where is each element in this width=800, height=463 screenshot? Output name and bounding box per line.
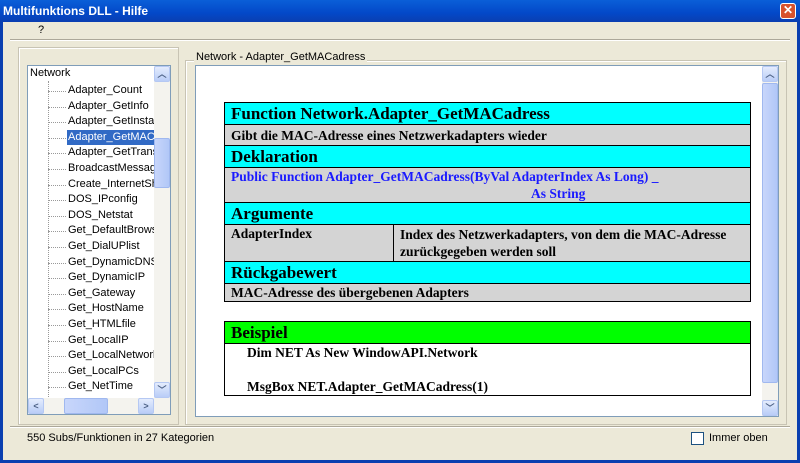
scroll-right-icon[interactable]: > — [138, 398, 154, 414]
declaration: Public Function Adapter_GetMACadress(ByV… — [224, 167, 751, 203]
tree-item[interactable]: Get_LocalNetworl — [67, 348, 156, 363]
scroll-up-icon[interactable]: ︿ — [154, 66, 170, 82]
tree-item[interactable]: Adapter_Count — [67, 83, 143, 98]
tree-line — [48, 81, 49, 401]
tree-connector — [48, 91, 66, 92]
tree-item[interactable]: Get_HostName — [67, 301, 145, 316]
tree-connector — [48, 387, 66, 389]
tree-item[interactable]: Get_HTMLfile — [67, 317, 137, 332]
scroll-down-icon[interactable]: ﹀ — [762, 400, 778, 416]
tree-item[interactable]: Get_NetTime — [67, 379, 134, 394]
tree-item[interactable]: Get_LocalPCs — [67, 364, 140, 379]
tree-item[interactable]: Get_DynamicIP — [67, 270, 146, 285]
scroll-up-icon[interactable]: ︿ — [762, 66, 778, 82]
tree-connector — [48, 153, 66, 155]
scroll-thumb[interactable] — [154, 138, 170, 188]
tree-connector — [48, 371, 66, 373]
tree-item[interactable]: Create_InternetSh — [67, 177, 159, 192]
example-table: Beispiel Dim NET As New WindowAPI.Networ… — [224, 321, 751, 396]
scroll-thumb[interactable] — [762, 83, 778, 383]
status-text: 550 Subs/Funktionen in 27 Kategorien — [27, 432, 215, 444]
tree-connector — [48, 356, 66, 358]
declaration-line-2: As String — [531, 186, 586, 201]
tree-item[interactable]: Adapter_GetInfo — [67, 99, 150, 114]
tree-item[interactable]: DOS_IPconfig — [67, 192, 139, 207]
tree-connector — [48, 106, 66, 108]
tree-connector — [48, 309, 66, 311]
function-doc-table: Function Network.Adapter_GetMACadress Gi… — [224, 102, 751, 302]
title-bar: Multifunktions DLL - Hilfe — [0, 0, 800, 22]
tree-item[interactable]: Get_Gateway — [67, 286, 136, 301]
tree-vscrollbar[interactable]: ︿ ﹀ — [154, 66, 170, 398]
arg-name: AdapterIndex — [224, 224, 394, 262]
tree-item[interactable]: Adapter_GetMAC — [66, 128, 157, 146]
tree-item[interactable]: Adapter_GetInstal — [67, 114, 158, 129]
doc-groupbox-title: Network - Adapter_GetMACadress — [194, 51, 368, 63]
status-divider — [10, 426, 790, 428]
tree-connector — [48, 231, 66, 233]
tree-connector — [48, 137, 66, 139]
tree-connector — [48, 262, 66, 264]
doc-vscrollbar[interactable]: ︿ ﹀ — [762, 66, 778, 416]
tree-item[interactable]: BroadcastMessag — [67, 161, 157, 176]
tree-item[interactable]: Get_LocalIP — [67, 333, 130, 348]
tree-connector — [48, 184, 66, 186]
example-line-1: Dim NET As New WindowAPI.Network — [247, 345, 478, 360]
tree-item[interactable]: Get_DynamicDNS — [67, 255, 159, 270]
tree-hscrollbar[interactable]: < > — [28, 398, 170, 414]
always-on-top-label[interactable]: Immer oben — [709, 432, 768, 444]
arg-description: Index des Netzwerkadapters, von dem die … — [393, 224, 751, 262]
tree-connector — [48, 215, 66, 217]
hscroll-thumb[interactable] — [64, 398, 108, 414]
tree-item[interactable]: Get_DefaultBrows — [67, 223, 158, 238]
function-description: Gibt die MAC-Adresse eines Netzwerkadapt… — [224, 124, 751, 146]
example-header: Beispiel — [224, 321, 751, 344]
tree-item[interactable]: Adapter_GetTrans — [67, 145, 159, 160]
tree-connector — [48, 293, 66, 295]
function-tree[interactable]: Network Adapter_Count Adapter_GetInfo Adap… — [27, 65, 171, 415]
tree-connector — [48, 278, 66, 280]
menu-divider — [10, 39, 790, 41]
tree-connector — [48, 340, 66, 342]
window-title: Multifunktions DLL - Hilfe — [3, 4, 149, 18]
doc-view[interactable]: Function Network.Adapter_GetMACadress Gi… — [195, 65, 779, 417]
scroll-left-icon[interactable]: < — [28, 398, 44, 414]
function-header: Function Network.Adapter_GetMACadress — [224, 102, 751, 125]
tree-item[interactable]: Get_DialUPlist — [67, 239, 141, 254]
tree-connector — [48, 247, 66, 248]
tree-root-network[interactable]: Network — [30, 67, 70, 82]
tree-connector — [48, 122, 66, 124]
declaration-header: Deklaration — [224, 145, 751, 168]
return-description: MAC-Adresse des übergebenen Adapters — [224, 283, 751, 302]
declaration-line-1: Public Function Adapter_GetMACadress(ByV… — [231, 169, 659, 184]
close-button[interactable]: ✕ — [780, 3, 796, 19]
always-on-top-checkbox[interactable] — [691, 432, 704, 445]
example-line-2: MsgBox NET.Adapter_GetMACadress(1) — [247, 379, 488, 394]
return-header: Rückgabewert — [224, 261, 751, 284]
tree-connector — [48, 200, 66, 202]
tree-connector — [48, 325, 66, 326]
scroll-down-icon[interactable]: ﹀ — [154, 382, 170, 398]
tree-connector — [48, 169, 66, 170]
arguments-header: Argumente — [224, 202, 751, 225]
menu-help[interactable]: ? — [38, 24, 44, 36]
tree-item[interactable]: DOS_Netstat — [67, 208, 134, 223]
